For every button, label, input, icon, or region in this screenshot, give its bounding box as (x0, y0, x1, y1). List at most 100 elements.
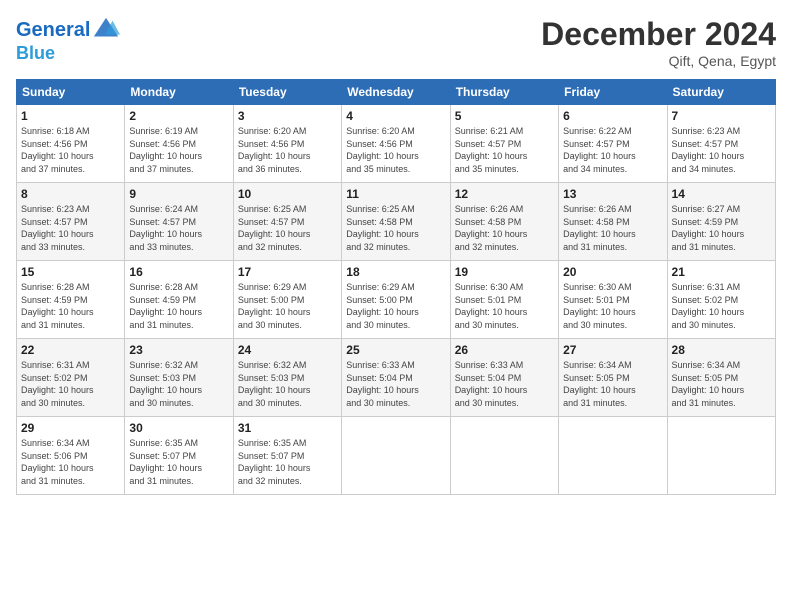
day-info: Sunrise: 6:22 AMSunset: 4:57 PMDaylight:… (563, 125, 662, 175)
title-block: December 2024 Qift, Qena, Egypt (541, 16, 776, 69)
day-info: Sunrise: 6:23 AMSunset: 4:57 PMDaylight:… (21, 203, 120, 253)
col-monday: Monday (125, 80, 233, 105)
day-info: Sunrise: 6:35 AMSunset: 5:07 PMDaylight:… (129, 437, 228, 487)
table-row: 17Sunrise: 6:29 AMSunset: 5:00 PMDayligh… (233, 261, 341, 339)
day-info: Sunrise: 6:26 AMSunset: 4:58 PMDaylight:… (455, 203, 554, 253)
day-number: 3 (238, 109, 337, 123)
col-tuesday: Tuesday (233, 80, 341, 105)
day-number: 27 (563, 343, 662, 357)
day-number: 2 (129, 109, 228, 123)
table-row: 16 Sunrise: 6:28 AMSunset: 4:59 PMDayligh… (125, 261, 233, 339)
table-row: 3 Sunrise: 6:20 AMSunset: 4:56 PMDaylight… (233, 105, 341, 183)
table-row: 11 Sunrise: 6:25 AMSunset: 4:58 PMDayligh… (342, 183, 450, 261)
day-number: 1 (21, 109, 120, 123)
day-info: Sunrise: 6:28 AMSunset: 4:59 PMDaylight:… (129, 281, 228, 331)
table-row: 5 Sunrise: 6:21 AMSunset: 4:57 PMDaylight… (450, 105, 558, 183)
day-info: Sunrise: 6:28 AMSunset: 4:59 PMDaylight:… (21, 281, 120, 331)
table-row: 31 Sunrise: 6:35 AMSunset: 5:07 PMDayligh… (233, 417, 341, 495)
day-info: Sunrise: 6:29 AMSunset: 5:00 PMDaylight:… (238, 281, 337, 331)
table-row: 25 Sunrise: 6:33 AMSunset: 5:04 PMDayligh… (342, 339, 450, 417)
day-info: Sunrise: 6:19 AMSunset: 4:56 PMDaylight:… (129, 125, 228, 175)
day-number: 26 (455, 343, 554, 357)
day-info: Sunrise: 6:27 AMSunset: 4:59 PMDaylight:… (672, 203, 771, 253)
calendar-header-row: Sunday Monday Tuesday Wednesday Thursday… (17, 80, 776, 105)
day-number: 9 (129, 187, 228, 201)
calendar-week-row: 1 Sunrise: 6:18 AMSunset: 4:56 PMDaylight… (17, 105, 776, 183)
col-sunday: Sunday (17, 80, 125, 105)
day-info: Sunrise: 6:33 AMSunset: 5:04 PMDaylight:… (346, 359, 445, 409)
day-number: 13 (563, 187, 662, 201)
table-row: 14 Sunrise: 6:27 AMSunset: 4:59 PMDayligh… (667, 183, 775, 261)
table-row: 26Sunrise: 6:33 AMSunset: 5:04 PMDayligh… (450, 339, 558, 417)
day-number: 25 (346, 343, 445, 357)
day-number: 28 (672, 343, 771, 357)
day-info: Sunrise: 6:26 AMSunset: 4:58 PMDaylight:… (563, 203, 662, 253)
table-row (450, 417, 558, 495)
day-info: Sunrise: 6:20 AMSunset: 4:56 PMDaylight:… (346, 125, 445, 175)
day-number: 24 (238, 343, 337, 357)
table-row (559, 417, 667, 495)
day-number: 16 (129, 265, 228, 279)
day-number: 22 (21, 343, 120, 357)
day-info: Sunrise: 6:24 AMSunset: 4:57 PMDaylight:… (129, 203, 228, 253)
table-row: 13 Sunrise: 6:26 AMSunset: 4:58 PMDayligh… (559, 183, 667, 261)
day-info: Sunrise: 6:25 AMSunset: 4:58 PMDaylight:… (346, 203, 445, 253)
day-info: Sunrise: 6:35 AMSunset: 5:07 PMDaylight:… (238, 437, 337, 487)
table-row: 20 Sunrise: 6:30 AMSunset: 5:01 PMDayligh… (559, 261, 667, 339)
table-row: 8Sunrise: 6:23 AMSunset: 4:57 PMDaylight… (17, 183, 125, 261)
day-info: Sunrise: 6:20 AMSunset: 4:56 PMDaylight:… (238, 125, 337, 175)
table-row: 24 Sunrise: 6:32 AMSunset: 5:03 PMDayligh… (233, 339, 341, 417)
table-row (667, 417, 775, 495)
day-number: 31 (238, 421, 337, 435)
day-info: Sunrise: 6:32 AMSunset: 5:03 PMDaylight:… (238, 359, 337, 409)
day-number: 5 (455, 109, 554, 123)
month-title: December 2024 (541, 16, 776, 53)
table-row: 29 Sunrise: 6:34 AMSunset: 5:06 PMDayligh… (17, 417, 125, 495)
calendar-week-row: 29 Sunrise: 6:34 AMSunset: 5:06 PMDayligh… (17, 417, 776, 495)
day-info: Sunrise: 6:18 AMSunset: 4:56 PMDaylight:… (21, 125, 120, 175)
table-row: 2 Sunrise: 6:19 AMSunset: 4:56 PMDaylight… (125, 105, 233, 183)
day-number: 4 (346, 109, 445, 123)
day-info: Sunrise: 6:32 AMSunset: 5:03 PMDaylight:… (129, 359, 228, 409)
day-info: Sunrise: 6:30 AMSunset: 5:01 PMDaylight:… (455, 281, 554, 331)
day-number: 6 (563, 109, 662, 123)
day-number: 12 (455, 187, 554, 201)
table-row: 18 Sunrise: 6:29 AMSunset: 5:00 PMDayligh… (342, 261, 450, 339)
day-number: 21 (672, 265, 771, 279)
day-info: Sunrise: 6:34 AMSunset: 5:06 PMDaylight:… (21, 437, 120, 487)
table-row: 30 Sunrise: 6:35 AMSunset: 5:07 PMDayligh… (125, 417, 233, 495)
table-row: 19 Sunrise: 6:30 AMSunset: 5:01 PMDayligh… (450, 261, 558, 339)
day-number: 11 (346, 187, 445, 201)
logo-blue-text: Blue (16, 44, 120, 64)
day-info: Sunrise: 6:31 AMSunset: 5:02 PMDaylight:… (21, 359, 120, 409)
table-row: 4 Sunrise: 6:20 AMSunset: 4:56 PMDaylight… (342, 105, 450, 183)
calendar-week-row: 22 Sunrise: 6:31 AMSunset: 5:02 PMDayligh… (17, 339, 776, 417)
table-row: 22 Sunrise: 6:31 AMSunset: 5:02 PMDayligh… (17, 339, 125, 417)
table-row: 1 Sunrise: 6:18 AMSunset: 4:56 PMDaylight… (17, 105, 125, 183)
day-number: 29 (21, 421, 120, 435)
table-row: 10Sunrise: 6:25 AMSunset: 4:57 PMDayligh… (233, 183, 341, 261)
day-number: 19 (455, 265, 554, 279)
table-row: 27 Sunrise: 6:34 AMSunset: 5:05 PMDayligh… (559, 339, 667, 417)
location: Qift, Qena, Egypt (541, 53, 776, 69)
day-info: Sunrise: 6:29 AMSunset: 5:00 PMDaylight:… (346, 281, 445, 331)
logo: General Blue (16, 16, 120, 64)
day-info: Sunrise: 6:25 AMSunset: 4:57 PMDaylight:… (238, 203, 337, 253)
table-row (342, 417, 450, 495)
day-info: Sunrise: 6:30 AMSunset: 5:01 PMDaylight:… (563, 281, 662, 331)
day-number: 14 (672, 187, 771, 201)
day-info: Sunrise: 6:34 AMSunset: 5:05 PMDaylight:… (563, 359, 662, 409)
day-info: Sunrise: 6:31 AMSunset: 5:02 PMDaylight:… (672, 281, 771, 331)
day-number: 23 (129, 343, 228, 357)
table-row: 12 Sunrise: 6:26 AMSunset: 4:58 PMDayligh… (450, 183, 558, 261)
col-thursday: Thursday (450, 80, 558, 105)
day-number: 30 (129, 421, 228, 435)
table-row: 9 Sunrise: 6:24 AMSunset: 4:57 PMDaylight… (125, 183, 233, 261)
day-info: Sunrise: 6:21 AMSunset: 4:57 PMDaylight:… (455, 125, 554, 175)
table-row: 23 Sunrise: 6:32 AMSunset: 5:03 PMDayligh… (125, 339, 233, 417)
day-info: Sunrise: 6:23 AMSunset: 4:57 PMDaylight:… (672, 125, 771, 175)
day-number: 18 (346, 265, 445, 279)
logo-text: General (16, 19, 90, 41)
table-row: 21 Sunrise: 6:31 AMSunset: 5:02 PMDayligh… (667, 261, 775, 339)
day-number: 20 (563, 265, 662, 279)
